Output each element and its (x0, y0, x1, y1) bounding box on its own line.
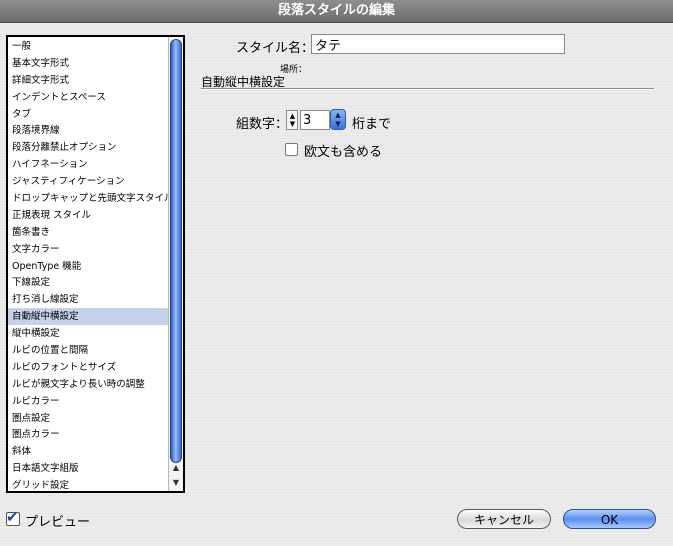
list-item[interactable]: 縦中横設定 (8, 325, 168, 342)
obun-checkbox[interactable] (285, 143, 298, 156)
kumi-suffix: 桁まで (352, 117, 392, 132)
list-item[interactable]: インデントとスペース (8, 89, 168, 106)
stepper-up-icon[interactable]: ▲ (288, 112, 297, 120)
chevron-down-icon: ▼ (335, 120, 341, 128)
list-scrollbar[interactable]: ▲ ▼ (168, 37, 183, 491)
list-item[interactable]: 詳細文字形式 (8, 72, 168, 89)
list-item[interactable]: ルビが親文字より長い時の調整 (8, 376, 168, 393)
list-item[interactable]: 段落境界線 (8, 122, 168, 139)
kumi-input[interactable] (300, 110, 330, 130)
list-item[interactable]: 文字カラー (8, 241, 168, 258)
preview-label[interactable]: プレビュー (25, 511, 90, 530)
dialog-window: 段落スタイルの編集 一般 基本文字形式 詳細文字形式 インデントとスペース タブ… (0, 0, 673, 546)
list-item[interactable]: 正規表現 スタイル (8, 207, 168, 224)
list-item[interactable]: 圏点設定 (8, 410, 168, 427)
window-title: 段落スタイルの編集 (0, 0, 673, 23)
list-item[interactable]: ルビカラー (8, 393, 168, 410)
list-item[interactable]: 基本文字形式 (8, 55, 168, 72)
kumi-dropdown-button[interactable]: ▲ ▼ (330, 109, 346, 130)
kumi-stepper[interactable]: ▲ ▼ (286, 110, 298, 130)
ok-button[interactable]: OK (563, 509, 656, 529)
list-item[interactable]: 下線設定 (8, 274, 168, 291)
preview-checkbox[interactable]: ✔ (6, 508, 20, 526)
style-name-label: スタイル名： (236, 41, 315, 56)
list-item[interactable]: 日本語文字組版 (8, 460, 168, 477)
list-item[interactable]: 斜体 (8, 443, 168, 460)
scrollbar-thumb[interactable] (170, 39, 182, 463)
cancel-button[interactable]: キャンセル (457, 509, 551, 529)
list-item[interactable]: 自動縦中横設定 (8, 308, 168, 326)
category-list-items: 一般 基本文字形式 詳細文字形式 インデントとスペース タブ 段落境界線 段落分… (8, 37, 168, 491)
style-name-input[interactable] (311, 34, 565, 54)
list-item[interactable]: 圏点カラー (8, 426, 168, 443)
list-item[interactable]: 打ち消し線設定 (8, 291, 168, 308)
list-item[interactable]: ルビのフォントとサイズ (8, 359, 168, 376)
section-divider (201, 88, 654, 90)
list-item[interactable]: 一般 (8, 38, 168, 55)
category-list[interactable]: 一般 基本文字形式 詳細文字形式 インデントとスペース タブ 段落境界線 段落分… (6, 35, 185, 493)
list-item[interactable]: ドロップキャップと先頭文字スタイル (8, 190, 168, 207)
kumi-label: 組数字： (236, 117, 289, 132)
check-icon: ✔ (6, 508, 19, 526)
stepper-down-icon[interactable]: ▼ (288, 120, 297, 128)
list-item[interactable]: 段落分離禁止オプション (8, 139, 168, 156)
list-item[interactable]: OpenType 機能 (8, 258, 168, 275)
list-item[interactable]: ジャスティフィケーション (8, 173, 168, 190)
list-item[interactable]: ハイフネーション (8, 156, 168, 173)
list-item[interactable]: タブ (8, 106, 168, 123)
chevron-up-icon: ▲ (335, 111, 341, 119)
scroll-up-arrow-icon[interactable]: ▲ (171, 462, 181, 474)
scroll-down-arrow-icon[interactable]: ▼ (171, 477, 181, 489)
list-item[interactable]: ルビの位置と間隔 (8, 342, 168, 359)
list-item[interactable]: 箇条書き (8, 224, 168, 241)
list-item[interactable]: グリッド設定 (8, 477, 168, 491)
obun-label[interactable]: 欧文も含める (304, 141, 382, 160)
